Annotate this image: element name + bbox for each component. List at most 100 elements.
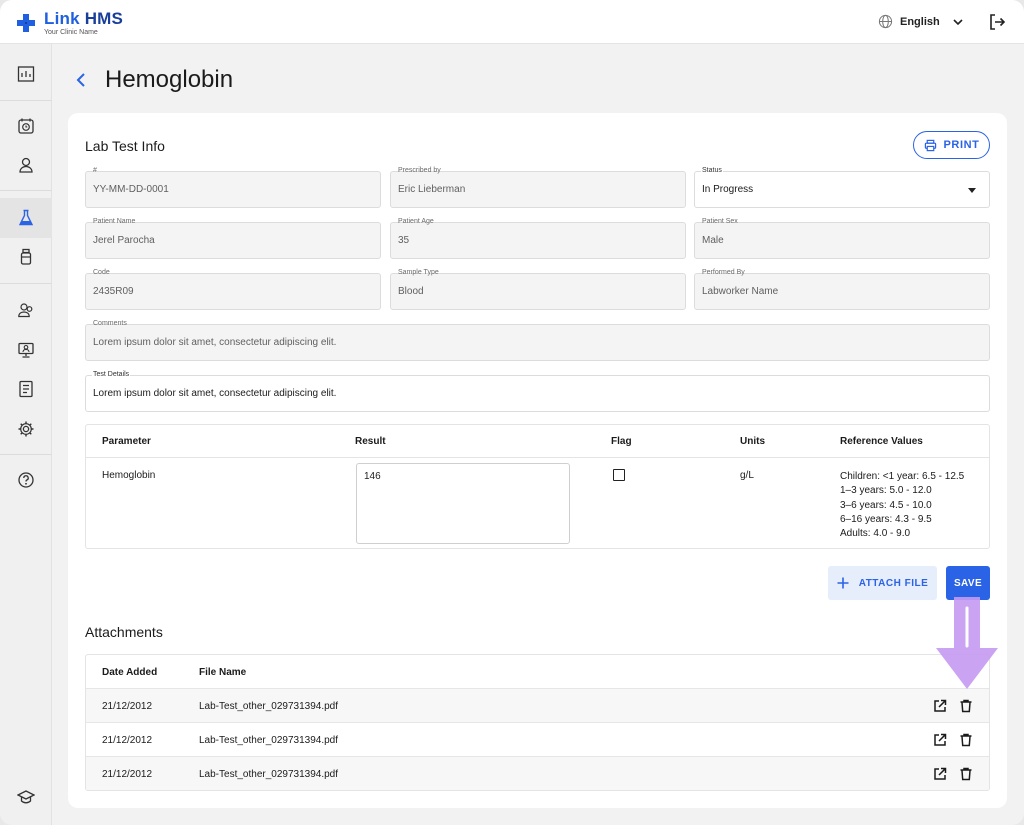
- settings-gear-icon: [18, 421, 34, 437]
- table-row: 21/12/2012 Lab-Test_other_029731394.pdf: [86, 756, 989, 790]
- row-actions: [933, 767, 973, 781]
- code-value: 2435R09: [93, 286, 134, 297]
- medicine-bottle-icon: [20, 248, 32, 265]
- column-header: File Name: [199, 667, 247, 678]
- reference-line: Children: <1 year: 6.5 - 12.5: [840, 471, 965, 482]
- reference-values: Children: <1 year: 6.5 - 12.5 1–3 years:…: [840, 470, 964, 541]
- row-actions: [933, 733, 973, 747]
- patient-icon: [19, 157, 33, 173]
- reference-line: Adults: 4.0 - 9.0: [840, 528, 911, 540]
- open-external-icon[interactable]: [933, 699, 947, 713]
- patient-age-value: 35: [398, 235, 410, 246]
- delete-trash-icon[interactable]: [959, 699, 973, 713]
- patient-age-label: Patient Age: [398, 218, 434, 225]
- printer-icon: [924, 139, 936, 151]
- row-actions: [933, 699, 973, 713]
- patient-name-value: Jerel Parocha: [93, 235, 155, 246]
- test-number-label: #: [93, 167, 97, 174]
- prescribed-by-value: Eric Lieberman: [398, 184, 466, 195]
- column-header: Date Added: [102, 667, 158, 678]
- patient-name-field: Patient Name Jerel Parocha: [85, 218, 381, 259]
- print-button[interactable]: PRINT: [913, 131, 990, 159]
- column-header: Flag: [611, 436, 632, 447]
- parameters-table: Parameter Result Flag Units Reference Va…: [85, 424, 990, 549]
- sidebar-item-help[interactable]: [14, 468, 38, 492]
- dropdown-arrow-icon: [968, 188, 976, 193]
- test-details-label: Test Details: [92, 371, 131, 378]
- status-value: In Progress: [702, 184, 754, 195]
- attach-file-label: ATTACH FILE: [858, 577, 929, 589]
- result-value: 146: [364, 471, 381, 482]
- table-row: 21/12/2012 Lab-Test_other_029731394.pdf: [86, 688, 989, 722]
- monitor-user-icon: [18, 342, 34, 358]
- report-document-icon: [19, 380, 33, 398]
- code-label: Code: [93, 269, 110, 276]
- dashboard-icon: [17, 66, 35, 82]
- prescribed-by-label: Prescribed by: [398, 167, 441, 174]
- sidebar-item-reports[interactable]: [14, 377, 38, 401]
- test-details-input[interactable]: Test Details Lorem ipsum dolor sit amet,…: [85, 371, 990, 412]
- performed-by-label: Performed By: [702, 269, 745, 276]
- brand-logo[interactable]: Link HMS Your Clinic Name: [16, 10, 123, 37]
- plus-cross-logo-icon: [17, 14, 35, 32]
- patient-name-label: Patient Name: [93, 218, 136, 225]
- language-label: English: [900, 15, 940, 28]
- performed-by-field: Performed By Labworker Name: [694, 269, 990, 310]
- staff-group-icon: [18, 303, 33, 318]
- open-external-icon[interactable]: [933, 733, 947, 747]
- flag-checkbox[interactable]: [613, 469, 625, 481]
- sidebar-item-patients[interactable]: [14, 153, 38, 177]
- reference-line: 3–6 years: 4.5 - 10.0: [840, 499, 932, 511]
- sidebar-item-pharmacy[interactable]: [14, 245, 38, 269]
- performed-by-value: Labworker Name: [702, 286, 779, 297]
- result-input[interactable]: 146: [356, 463, 570, 544]
- help-icon: [18, 472, 34, 488]
- test-number-value: YY-MM-DD-0001: [93, 184, 169, 195]
- table-header: Parameter Result Flag Units Reference Va…: [86, 425, 989, 458]
- test-details-value: Lorem ipsum dolor sit amet, consectetur …: [93, 388, 337, 399]
- test-number-field: # YY-MM-DD-0001: [85, 167, 381, 208]
- sample-type-label: Sample Type: [398, 269, 439, 276]
- patient-sex-label: Patient Sex: [702, 218, 738, 225]
- date-added: 21/12/2012: [102, 735, 153, 746]
- attach-file-button[interactable]: ATTACH FILE: [828, 566, 937, 600]
- chevron-down-icon: [953, 18, 963, 25]
- sidebar-item-telemedicine[interactable]: [14, 338, 38, 362]
- clinic-name: Your Clinic Name: [44, 29, 98, 36]
- brand-name: Link HMS: [44, 10, 123, 28]
- brand-link-text: Link: [44, 9, 80, 28]
- back-chevron-icon[interactable]: [72, 70, 90, 90]
- sample-type-value: Blood: [398, 286, 424, 297]
- calendar-clock-icon: [18, 118, 34, 134]
- parameter-name: Hemoglobin: [102, 470, 156, 481]
- sidebar-divider: [0, 454, 52, 455]
- patient-sex-field: Patient Sex Male: [694, 218, 990, 259]
- comments-value: Lorem ipsum dolor sit amet, consectetur …: [93, 337, 337, 348]
- logout-icon[interactable]: [988, 13, 1006, 31]
- attachments-heading: Attachments: [85, 624, 163, 640]
- sidebar-item-lab[interactable]: [14, 206, 38, 230]
- column-header: Units: [740, 436, 765, 447]
- status-select[interactable]: Status In Progress: [694, 167, 990, 208]
- sidebar: [0, 44, 52, 825]
- code-field: Code 2435R09: [85, 269, 381, 310]
- sample-type-field: Sample Type Blood: [390, 269, 686, 310]
- file-name: Lab-Test_other_029731394.pdf: [199, 701, 339, 712]
- sidebar-item-dashboard[interactable]: [14, 62, 38, 86]
- sidebar-divider: [0, 283, 52, 284]
- prescribed-by-field: Prescribed by Eric Lieberman: [390, 167, 686, 208]
- sidebar-item-settings[interactable]: [14, 417, 38, 441]
- column-header: Reference Values: [840, 436, 923, 447]
- patient-sex-value: Male: [702, 235, 724, 246]
- reference-line: 6–16 years: 4.3 - 9.5: [840, 513, 932, 525]
- sidebar-item-appointments[interactable]: [14, 114, 38, 138]
- top-bar: Link HMS Your Clinic Name English: [0, 0, 1024, 44]
- sidebar-item-staff[interactable]: [14, 298, 38, 322]
- sidebar-item-learning[interactable]: [14, 785, 38, 809]
- sidebar-divider: [0, 100, 52, 101]
- open-external-icon[interactable]: [933, 767, 947, 781]
- language-selector[interactable]: English: [878, 14, 964, 29]
- patient-age-field: Patient Age 35: [390, 218, 686, 259]
- delete-trash-icon[interactable]: [959, 767, 973, 781]
- delete-trash-icon[interactable]: [959, 733, 973, 747]
